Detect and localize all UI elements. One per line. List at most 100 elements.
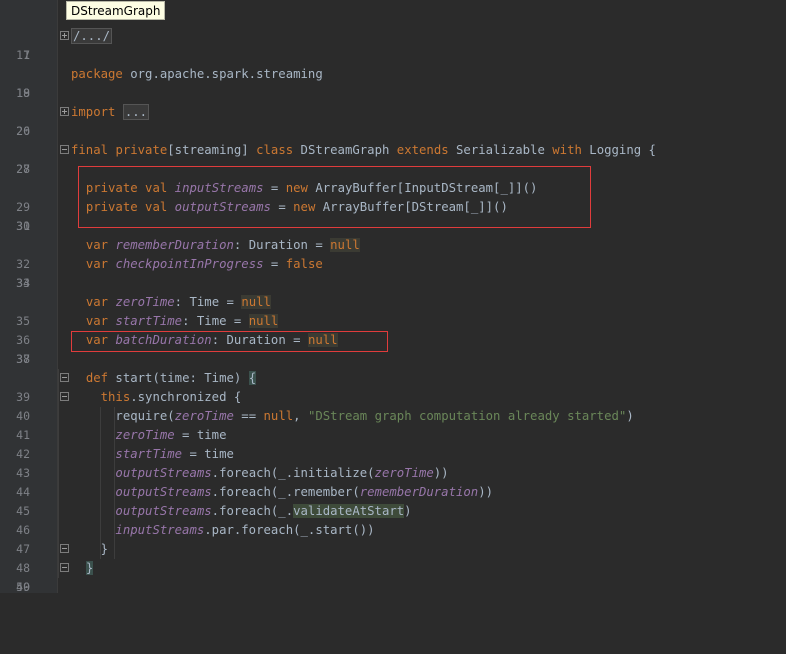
false-literal: false (285, 257, 323, 271)
string-literal: "DStream graph computation already start… (307, 409, 627, 423)
code-line: 33 var checkpointInProgress = false (0, 255, 786, 290)
null-literal: null (263, 409, 294, 423)
fold-end-icon[interactable] (60, 563, 69, 572)
matched-brace: { (248, 371, 257, 385)
code-text: : Duration = (233, 238, 331, 252)
code-line: 34 (0, 274, 786, 293)
keyword: extends (396, 143, 449, 157)
code-text: == (233, 409, 264, 423)
code-line: 38 (0, 350, 786, 369)
code-line: 48 } (0, 540, 786, 575)
code-line: 36 var startTime: Time = null (0, 312, 786, 347)
code-text: .foreach(_. (211, 504, 294, 518)
code-text: .synchronized { (130, 390, 242, 404)
keyword: var (85, 238, 109, 252)
code-line: 32 var rememberDuration: Duration = null (0, 236, 786, 271)
field-name: startTime (115, 447, 183, 461)
line-number: 28 (16, 162, 30, 176)
keyword: this (100, 390, 131, 404)
line-number: 17 (16, 48, 30, 62)
line-number: 34 (16, 276, 30, 290)
code-line: 20 import ... (0, 103, 786, 138)
code-text: ) (626, 409, 634, 423)
code-line: 49 } (0, 559, 786, 594)
fold-collapse-icon[interactable] (60, 145, 69, 154)
code-text: = time (174, 428, 227, 442)
field-name: zeroTime (374, 466, 434, 480)
field-name: zeroTime (115, 428, 175, 442)
code-text: )) (478, 485, 494, 499)
code-line: 17 (0, 46, 786, 65)
code-text: Logging { (581, 143, 656, 157)
keyword: private (115, 143, 168, 157)
line-number: 19 (16, 86, 30, 100)
code-line: 44 outputStreams.foreach(_.initialize(ze… (0, 464, 786, 499)
keyword: import (71, 105, 116, 119)
field-name: outputStreams (115, 485, 212, 499)
keyword: package (71, 67, 123, 81)
code-text: .foreach(_.remember( (211, 485, 360, 499)
code-line: 39 def start(time: Time) { (0, 369, 786, 404)
null-literal: null (330, 238, 360, 252)
code-text: = time (182, 447, 234, 461)
code-text: .par.foreach(_.start()) (204, 523, 375, 537)
fold-collapse-icon[interactable] (60, 392, 69, 401)
code-text: : Time = (174, 295, 242, 309)
fold-end-icon[interactable] (60, 544, 69, 553)
class-name: DStreamGraph (293, 143, 397, 157)
line-number: 38 (16, 352, 30, 366)
code-line: 50 (0, 578, 786, 597)
null-literal: null (248, 314, 279, 328)
code-line: 40 this.synchronized { (0, 388, 786, 423)
keyword: var (85, 295, 109, 309)
null-literal: null (241, 295, 271, 309)
code-text: .foreach(_.initialize( (211, 466, 375, 480)
code-text: [streaming] (167, 143, 257, 157)
code-line: 45 outputStreams.foreach(_.remember(reme… (0, 483, 786, 518)
matched-brace: } (85, 561, 94, 575)
code-text: require( (71, 409, 175, 423)
breadcrumb-class-name[interactable]: DStreamGraph (66, 1, 166, 20)
keyword: with (552, 143, 582, 157)
fold-expand-icon[interactable] (60, 107, 69, 116)
field-name: startTime (115, 314, 183, 328)
method-signature: start(time: Time) (108, 371, 249, 385)
code-line: 18 package org.apache.spark.streaming (0, 65, 786, 100)
code-line: 35 var zeroTime: Time = null (0, 293, 786, 328)
code-line: 1 /.../ (0, 27, 786, 62)
field-name: zeroTime (115, 295, 175, 309)
code-editor[interactable]: 1 /.../ 17 18 package org.apache.spark.s… (0, 27, 786, 597)
highlight-box-batch-duration (71, 331, 388, 352)
keyword: var (85, 314, 109, 328)
code-line: 26 (0, 122, 786, 141)
field-name: rememberDuration (359, 485, 479, 499)
fold-expand-icon[interactable] (60, 31, 69, 40)
field-name: inputStreams (115, 523, 205, 537)
code-line: 42 zeroTime = time (0, 426, 786, 461)
code-line: 43 startTime = time (0, 445, 786, 480)
code-line: 47 inputStreams.par.foreach(_.start()) (0, 521, 786, 556)
code-line: 27 final private[streaming] class DStrea… (0, 141, 786, 176)
field-name: outputStreams (115, 504, 212, 518)
line-number: 50 (16, 580, 30, 594)
code-line: 46 outputStreams.foreach(_.validateAtSta… (0, 502, 786, 537)
collapsed-imports[interactable]: ... (122, 104, 150, 120)
code-text: : Time = (182, 314, 249, 328)
fold-collapse-icon[interactable] (60, 373, 69, 382)
code-text: ) (404, 504, 412, 518)
keyword: def (85, 371, 109, 385)
keyword: var (85, 257, 109, 271)
field-name: zeroTime (174, 409, 234, 423)
code-text: Serializable (448, 143, 553, 157)
collapsed-header-comment[interactable]: /.../ (71, 28, 113, 44)
code-line: 41 require(zeroTime == null, "DStream gr… (0, 407, 786, 442)
